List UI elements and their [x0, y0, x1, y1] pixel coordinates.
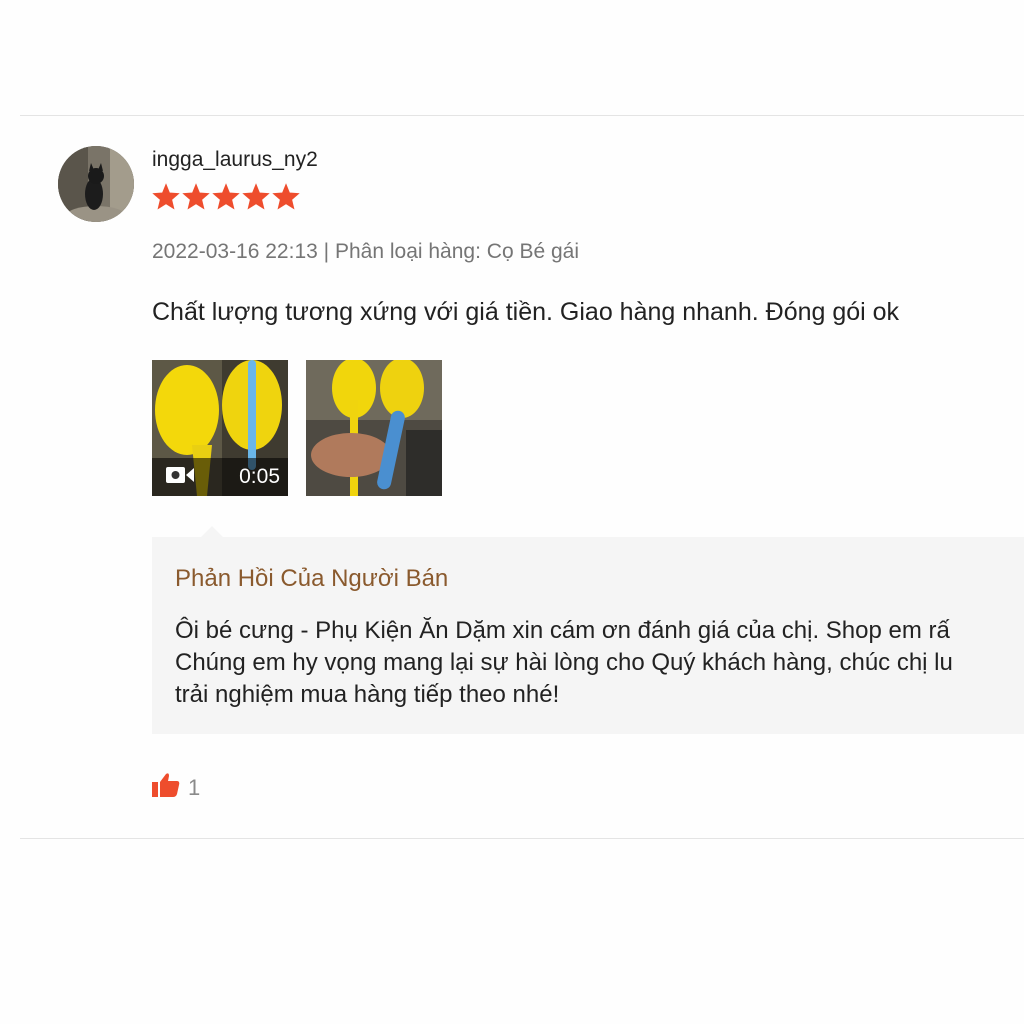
video-overlay: 0:05	[152, 458, 288, 496]
review-image-thumbnail[interactable]	[306, 360, 442, 496]
review-date: 2022-03-16 22:13	[152, 240, 318, 263]
avatar[interactable]	[58, 146, 134, 222]
video-duration: 0:05	[239, 465, 280, 488]
star-icon	[152, 183, 180, 210]
seller-reply-line: trải nghiệm mua hàng tiếp theo nhé!	[175, 681, 560, 708]
rating-stars	[152, 183, 300, 211]
seller-reply-text: Ôi bé cưng - Phụ Kiện Ăn Dặm xin cám ơn …	[175, 615, 953, 711]
seller-reply: Phản Hồi Của Người Bán Ôi bé cưng - Phụ …	[152, 537, 1024, 734]
seller-reply-title: Phản Hồi Của Người Bán	[175, 565, 449, 592]
like-button[interactable]: 1	[152, 772, 200, 803]
thumbs-up-icon[interactable]	[152, 772, 180, 803]
bottom-divider	[20, 838, 1024, 839]
top-divider	[20, 115, 1024, 116]
reviewer-username[interactable]: ingga_laurus_ny2	[152, 148, 318, 172]
video-camera-icon	[166, 465, 194, 490]
star-icon	[212, 183, 240, 210]
like-count: 1	[188, 774, 201, 800]
meta-separator: |	[323, 240, 330, 263]
star-icon	[242, 183, 270, 210]
seller-reply-line: Chúng em hy vọng mang lại sự hài lòng ch…	[175, 649, 953, 676]
variant-label: Phân loại hàng:	[334, 240, 481, 263]
star-icon	[272, 183, 300, 210]
review-meta: 2022-03-16 22:13 | Phân loại hàng: Cọ Bé…	[152, 240, 579, 264]
star-icon	[182, 183, 210, 210]
variant-value: Cọ Bé gái	[486, 240, 580, 263]
review-comment: Chất lượng tương xứng với giá tiền. Giao…	[152, 298, 900, 326]
seller-reply-line: Ôi bé cưng - Phụ Kiện Ăn Dặm xin cám ơn …	[175, 617, 950, 644]
review-video-thumbnail[interactable]: 0:05	[152, 360, 288, 496]
